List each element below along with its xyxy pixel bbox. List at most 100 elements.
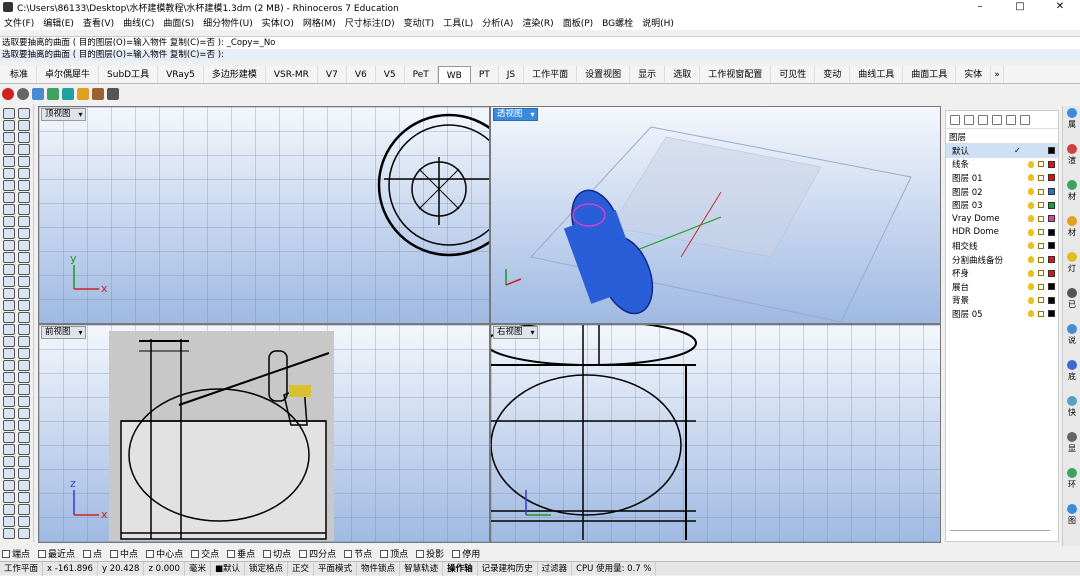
layer-color-swatch[interactable] bbox=[1048, 269, 1055, 277]
menu-subd[interactable]: 细分物件(U) bbox=[203, 16, 253, 29]
tab-viewport-layout[interactable]: 工作视窗配置 bbox=[700, 66, 772, 83]
decal-icon[interactable] bbox=[62, 88, 74, 100]
viewport-label-front[interactable]: 前视图 bbox=[41, 326, 86, 339]
tool-button-icon[interactable] bbox=[18, 456, 30, 467]
tab-pt[interactable]: PT bbox=[471, 66, 499, 83]
visibility-bulb-icon[interactable] bbox=[1028, 256, 1034, 264]
command-prompt[interactable]: 选取要抽离的曲面 ( 目的图层(O)=输入物件 复制(C)=否 ): bbox=[0, 49, 1080, 61]
tab-standard[interactable]: 标准 bbox=[2, 66, 38, 83]
layer-panel-scrollbar[interactable] bbox=[950, 530, 1050, 536]
side-tab[interactable]: 图 bbox=[1065, 504, 1079, 526]
visibility-bulb-icon[interactable] bbox=[1028, 174, 1034, 182]
tool-button-icon[interactable] bbox=[3, 348, 15, 359]
delete-layer-icon[interactable] bbox=[978, 114, 988, 125]
lock-icon[interactable] bbox=[1038, 229, 1044, 236]
tool-button-icon[interactable] bbox=[3, 384, 15, 395]
tool-button-icon[interactable] bbox=[3, 288, 15, 299]
light-icon[interactable] bbox=[77, 88, 89, 100]
tool-button-icon[interactable] bbox=[18, 432, 30, 443]
osnap-checkbox[interactable] bbox=[227, 549, 236, 558]
render-sphere-icon[interactable] bbox=[2, 88, 14, 100]
tool-button-icon[interactable] bbox=[18, 420, 30, 431]
tool-button-icon[interactable] bbox=[3, 108, 15, 119]
osnap-checkbox[interactable] bbox=[452, 549, 461, 558]
tool-button-icon[interactable] bbox=[18, 528, 30, 539]
tab-curve-tools[interactable]: 曲线工具 bbox=[850, 66, 904, 83]
layer-row[interactable]: 杯身 bbox=[946, 266, 1058, 280]
tool-button-icon[interactable] bbox=[18, 180, 30, 191]
environment-icon[interactable] bbox=[32, 88, 44, 100]
tool-button-icon[interactable] bbox=[18, 336, 30, 347]
layer-row[interactable]: 分割曲线备份 bbox=[946, 253, 1058, 267]
lock-icon[interactable] bbox=[1038, 297, 1044, 304]
tool-button-icon[interactable] bbox=[18, 408, 30, 419]
osnap-checkbox[interactable] bbox=[299, 549, 308, 558]
lock-icon[interactable] bbox=[1038, 242, 1044, 249]
osnap-option[interactable]: 点 bbox=[83, 547, 102, 560]
visibility-bulb-icon[interactable] bbox=[1028, 283, 1034, 291]
lock-icon[interactable] bbox=[1038, 215, 1044, 222]
lock-icon[interactable] bbox=[1038, 188, 1044, 195]
status-ortho[interactable]: 正交 bbox=[288, 561, 315, 576]
layer-row[interactable]: 背景 bbox=[946, 294, 1058, 308]
tool-button-icon[interactable] bbox=[18, 504, 30, 515]
tool-button-icon[interactable] bbox=[3, 264, 15, 275]
osnap-option[interactable]: 交点 bbox=[191, 547, 219, 560]
tool-button-icon[interactable] bbox=[18, 348, 30, 359]
tool-button-icon[interactable] bbox=[3, 276, 15, 287]
osnap-checkbox[interactable] bbox=[344, 549, 353, 558]
tab-wb[interactable]: WB bbox=[437, 66, 471, 83]
menu-bg-bolt[interactable]: BG螺栓 bbox=[602, 16, 633, 29]
tool-button-icon[interactable] bbox=[3, 204, 15, 215]
tool-button-icon[interactable] bbox=[3, 144, 15, 155]
tool-button-icon[interactable] bbox=[3, 528, 15, 539]
tab-v5[interactable]: V5 bbox=[376, 66, 405, 83]
tool-button-icon[interactable] bbox=[18, 144, 30, 155]
layer-color-swatch[interactable] bbox=[1048, 256, 1055, 264]
tool-button-icon[interactable] bbox=[3, 240, 15, 251]
layer-color-swatch[interactable] bbox=[1048, 283, 1055, 291]
tool-button-icon[interactable] bbox=[3, 444, 15, 455]
tool-button-icon[interactable] bbox=[3, 180, 15, 191]
layer-color-swatch[interactable] bbox=[1048, 310, 1055, 318]
status-record-history[interactable]: 记录建构历史 bbox=[478, 561, 538, 576]
tool-button-icon[interactable] bbox=[18, 288, 30, 299]
menu-transform[interactable]: 变动(T) bbox=[404, 16, 435, 29]
bottle-icon[interactable] bbox=[107, 88, 119, 100]
menu-solid[interactable]: 实体(O) bbox=[262, 16, 294, 29]
side-tab[interactable]: 已 bbox=[1065, 288, 1079, 310]
tool-button-icon[interactable] bbox=[18, 276, 30, 287]
layer-row[interactable]: 线条 bbox=[946, 158, 1058, 172]
tool-button-icon[interactable] bbox=[3, 504, 15, 515]
visibility-bulb-icon[interactable] bbox=[1028, 310, 1034, 318]
tab-zhuoer[interactable]: 卓尔偶犀牛 bbox=[37, 66, 100, 83]
ground-icon[interactable] bbox=[92, 88, 104, 100]
tool-button-icon[interactable] bbox=[18, 120, 30, 131]
tool-button-icon[interactable] bbox=[18, 204, 30, 215]
tool-button-icon[interactable] bbox=[18, 300, 30, 311]
new-sublayer-icon[interactable] bbox=[964, 114, 974, 125]
lock-icon[interactable] bbox=[1038, 310, 1044, 317]
osnap-checkbox[interactable] bbox=[110, 549, 119, 558]
tool-button-icon[interactable] bbox=[3, 468, 15, 479]
lock-icon[interactable] bbox=[1038, 202, 1044, 209]
layer-color-swatch[interactable] bbox=[1048, 215, 1055, 223]
tool-button-icon[interactable] bbox=[3, 396, 15, 407]
tool-button-icon[interactable] bbox=[3, 156, 15, 167]
osnap-checkbox[interactable] bbox=[38, 549, 47, 558]
viewport-right[interactable]: 右视图 bbox=[490, 324, 941, 543]
move-up-icon[interactable] bbox=[992, 114, 1002, 125]
status-smarttrack[interactable]: 智慧轨迹 bbox=[400, 561, 444, 576]
tool-button-icon[interactable] bbox=[18, 384, 30, 395]
osnap-option[interactable]: 节点 bbox=[344, 547, 372, 560]
viewport-label-right[interactable]: 右视图 bbox=[493, 326, 538, 339]
layer-row[interactable]: 默认 ✓ bbox=[946, 144, 1058, 158]
tab-cplane[interactable]: 工作平面 bbox=[524, 66, 578, 83]
side-tab[interactable]: 材 bbox=[1065, 216, 1079, 238]
visibility-bulb-icon[interactable] bbox=[1028, 160, 1034, 168]
osnap-option[interactable]: 切点 bbox=[263, 547, 291, 560]
osnap-checkbox[interactable] bbox=[263, 549, 272, 558]
minimize-button[interactable]: – bbox=[960, 0, 1000, 14]
tool-button-icon[interactable] bbox=[3, 252, 15, 263]
osnap-checkbox[interactable] bbox=[83, 549, 92, 558]
